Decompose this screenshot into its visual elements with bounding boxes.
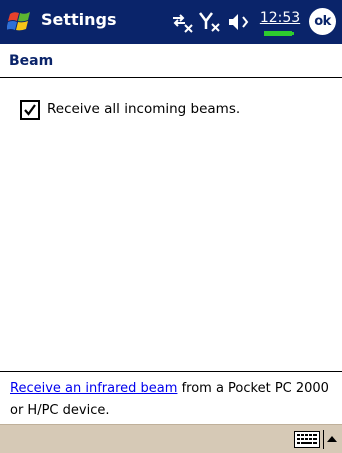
clock[interactable]: 12:53 bbox=[255, 8, 305, 38]
sip-arrow-up-icon[interactable] bbox=[322, 430, 340, 449]
ok-label: ok bbox=[314, 14, 331, 29]
clock-time: 12:53 bbox=[259, 10, 301, 26]
receive-beams-label[interactable]: Receive all incoming beams. bbox=[47, 101, 240, 117]
receive-beams-checkbox[interactable] bbox=[20, 100, 40, 120]
checkmark-icon bbox=[24, 104, 36, 116]
sync-disconnected-icon[interactable] bbox=[170, 10, 196, 34]
keyboard-icon[interactable] bbox=[294, 431, 320, 448]
start-flag-icon[interactable] bbox=[7, 9, 33, 35]
title-bar: Settings 12:53 ok bbox=[0, 0, 342, 44]
ok-button[interactable]: ok bbox=[309, 8, 336, 35]
info-text: Receive an infrared beam from a Pocket P… bbox=[10, 378, 340, 422]
page-heading: Beam bbox=[9, 53, 54, 69]
info-divider bbox=[0, 371, 342, 372]
volume-icon[interactable] bbox=[226, 10, 252, 34]
app-title: Settings bbox=[41, 10, 117, 29]
battery-icon bbox=[264, 31, 294, 36]
heading-divider bbox=[0, 77, 342, 78]
command-bar bbox=[0, 424, 342, 453]
signal-off-icon[interactable] bbox=[198, 10, 224, 34]
receive-infrared-link[interactable]: Receive an infrared beam bbox=[10, 381, 177, 396]
